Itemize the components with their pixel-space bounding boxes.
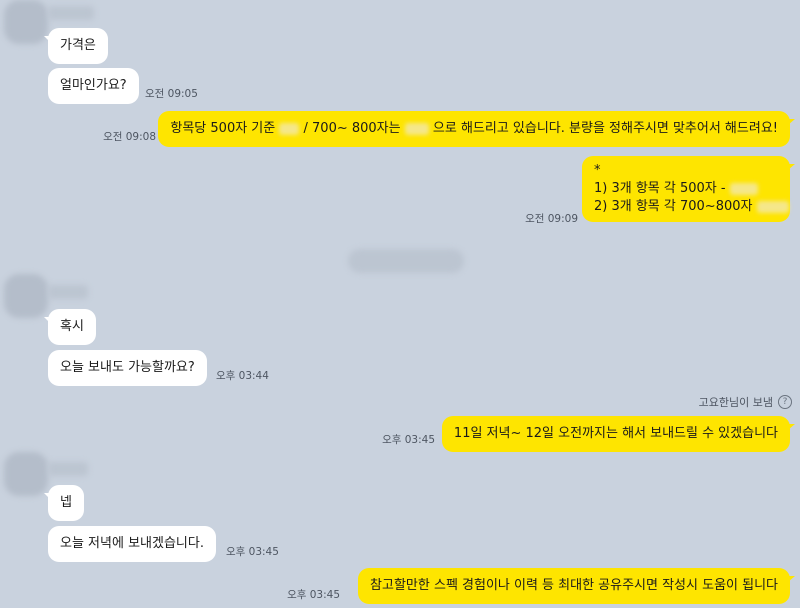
message-time: 오전 09:08	[103, 131, 156, 143]
message-time: 오후 03:45	[287, 589, 340, 601]
message-bubble[interactable]: 혹시	[44, 309, 96, 345]
message-time: 오전 09:05	[145, 88, 198, 100]
redacted-price	[279, 122, 300, 135]
message-bubble[interactable]: 참고할만한 스펙 경험이나 이력 등 최대한 공유주시면 작성시 도움이 됩니다	[358, 568, 795, 604]
message-time: 오후 03:45	[226, 546, 279, 558]
message-bubble[interactable]: 가격은	[44, 28, 108, 64]
sender-name	[48, 462, 88, 476]
message-line: *	[594, 163, 601, 178]
message-text: / 700~ 800자는	[303, 121, 401, 136]
message-time: 오전 09:09	[525, 213, 578, 225]
help-circle-icon[interactable]: ?	[778, 395, 792, 409]
sender-avatar[interactable]	[4, 452, 48, 496]
message-text: 얼마인가요?	[60, 78, 127, 93]
date-divider	[348, 249, 464, 273]
message-bubble[interactable]: 11일 저녁~ 12일 오전까지는 해서 보내드릴 수 있겠습니다	[441, 416, 796, 452]
read-status-label: 고요한님이 보냄	[698, 396, 773, 409]
sender-avatar[interactable]	[4, 274, 48, 318]
redacted-price	[729, 182, 758, 195]
message-bubble[interactable]: 얼마인가요?	[48, 68, 139, 104]
redacted-price	[404, 122, 429, 135]
message-text: 으로 해드리고 있습니다. 분량을 정해주시면 맞추어서 해드려요!	[432, 121, 778, 136]
message-time: 오후 03:44	[216, 370, 269, 382]
sender-avatar[interactable]	[4, 0, 48, 44]
message-text: 가격은	[60, 38, 96, 53]
sender-name	[48, 285, 88, 299]
message-text: 오늘 보내도 가능할까요?	[60, 360, 195, 375]
message-text: 참고할만한 스펙 경험이나 이력 등 최대한 공유주시면 작성시 도움이 됩니다	[370, 578, 778, 593]
message-line: 1) 3개 항목 각 500자 -	[594, 180, 778, 198]
message-text: 11일 저녁~ 12일 오전까지는 해서 보내드릴 수 있겠습니다	[453, 426, 778, 441]
message-bubble[interactable]: 오늘 보내도 가능할까요?	[48, 350, 207, 386]
message-bubble[interactable]: 오늘 저녁에 보내겠습니다.	[48, 526, 216, 562]
read-status: 고요한님이 보냄 ?	[699, 394, 792, 410]
redacted-price	[756, 200, 789, 213]
message-bubble[interactable]: 항목당 500자 기준 / 700~ 800자는 으로 해드리고 있습니다. 분…	[158, 111, 795, 147]
message-time: 오후 03:45	[382, 434, 435, 446]
message-text: 오늘 저녁에 보내겠습니다.	[60, 536, 204, 551]
message-line: 2) 3개 항목 각 700~800자	[594, 198, 789, 216]
sender-name	[48, 6, 94, 20]
message-bubble[interactable]: * 1) 3개 항목 각 500자 - 2) 3개 항목 각 700~800자	[582, 156, 795, 222]
message-bubble[interactable]: 넵	[44, 485, 84, 521]
message-text: 넵	[60, 495, 72, 510]
message-text: 항목당 500자 기준	[170, 121, 276, 136]
message-text: 혹시	[60, 319, 84, 334]
